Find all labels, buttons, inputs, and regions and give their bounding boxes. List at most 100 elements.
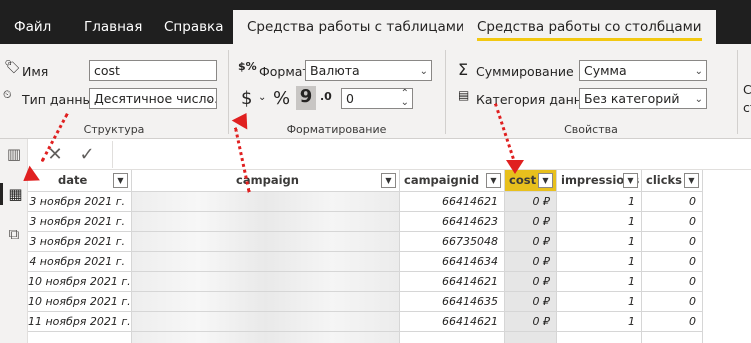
tab-file[interactable]: Файл bbox=[0, 13, 65, 44]
table-cell-cost: 0 ₽ bbox=[505, 232, 557, 252]
tab-help[interactable]: Справка bbox=[150, 13, 237, 44]
table-cell-campaignid: 66735048 bbox=[400, 232, 505, 252]
chevron-down-icon[interactable]: ⌄ bbox=[258, 92, 266, 103]
table-cell-clicks: 0 bbox=[642, 212, 703, 232]
table-cell-clicks: 0 bbox=[642, 272, 703, 292]
redacted-cell bbox=[132, 192, 400, 212]
data-table: date ▼ campaign ▼ campaignid ▼ cost ▼ impression… bbox=[28, 170, 751, 343]
tab-column-tools-label: Средства работы со столбцами bbox=[477, 19, 702, 35]
column-name-input[interactable]: cost bbox=[89, 60, 217, 81]
summarize-label: Суммирование bbox=[476, 64, 574, 79]
filter-dropdown-icon[interactable]: ▼ bbox=[381, 173, 396, 188]
tab-table-tools[interactable]: Средства работы с таблицами bbox=[233, 10, 479, 44]
table-cell-date: 4 ноября 2021 г. bbox=[28, 252, 132, 272]
sort-by-column-label: ст bbox=[743, 100, 751, 115]
redacted-cell bbox=[132, 312, 400, 332]
table-cell-clicks: 0 bbox=[642, 312, 703, 332]
ribbon-tab-bar: Файл Главная Справка Средства работы с т… bbox=[0, 0, 751, 44]
table-cell-impressions: 1 bbox=[557, 232, 642, 252]
sigma-icon: Σ bbox=[458, 60, 469, 79]
filter-dropdown-icon[interactable]: ▼ bbox=[538, 173, 553, 188]
redacted-cell bbox=[132, 212, 400, 232]
table-cell-impressions: 1 bbox=[557, 312, 642, 332]
column-header-label: clicks bbox=[646, 173, 683, 187]
chevron-down-icon: ⌄ bbox=[204, 94, 213, 105]
table-cell-clicks: 0 bbox=[642, 232, 703, 252]
filter-dropdown-icon[interactable]: ▼ bbox=[113, 173, 128, 188]
model-view-icon[interactable]: ⧉ bbox=[3, 223, 25, 245]
column-header-label: campaignid bbox=[404, 173, 480, 187]
redacted-cell bbox=[132, 272, 400, 292]
formula-bar: ✕ ✓ bbox=[28, 139, 751, 170]
data-category-icon: ▤ bbox=[458, 88, 470, 102]
column-name-value: cost bbox=[94, 63, 120, 78]
table-cell-date bbox=[28, 332, 132, 343]
column-header-impressions[interactable]: impressions ▼ bbox=[557, 170, 642, 192]
table-cell-clicks: 0 bbox=[642, 252, 703, 272]
ribbon-panel: 🏷 Имя cost ⏲ Тип данных Десятичное число… bbox=[0, 44, 751, 139]
percent-button[interactable]: % bbox=[273, 88, 290, 109]
column-header-campaign[interactable]: campaign ▼ bbox=[132, 170, 400, 192]
column-header-label: date bbox=[58, 173, 88, 187]
table-cell-campaignid: 66414623 bbox=[400, 212, 505, 232]
table-cell-cost: 0 ₽ bbox=[505, 212, 557, 232]
format-icon: $% bbox=[238, 60, 257, 73]
format-select[interactable]: Валюта ⌄ bbox=[305, 60, 432, 81]
data-type-value: Десятичное число... bbox=[94, 91, 217, 106]
table-cell-campaignid: 66414635 bbox=[400, 292, 505, 312]
redacted-cell bbox=[132, 292, 400, 312]
column-header-label: cost bbox=[509, 173, 537, 187]
redacted-cell bbox=[132, 252, 400, 272]
report-view-icon[interactable]: ▥ bbox=[3, 143, 25, 165]
formula-input[interactable] bbox=[112, 141, 750, 168]
currency-button[interactable]: $ bbox=[241, 88, 252, 109]
tab-table-tools-label: Средства работы с таблицами bbox=[247, 19, 465, 35]
table-cell-date: 3 ноября 2021 г. bbox=[28, 192, 132, 212]
table-cell-cost bbox=[505, 332, 557, 343]
table-cell-clicks: 0 bbox=[642, 292, 703, 312]
chevron-down-icon: ⌄ bbox=[694, 66, 703, 77]
confirm-icon[interactable]: ✓ bbox=[76, 144, 98, 166]
table-cell-cost: 0 ₽ bbox=[505, 252, 557, 272]
filter-dropdown-icon[interactable]: ▼ bbox=[486, 173, 501, 188]
data-view-icon[interactable]: ▦ bbox=[0, 183, 28, 205]
filter-dropdown-icon[interactable]: ▼ bbox=[684, 173, 699, 188]
table-cell-impressions: 1 bbox=[557, 292, 642, 312]
column-header-clicks[interactable]: clicks ▼ bbox=[642, 170, 703, 192]
data-type-icon: ⏲ bbox=[3, 88, 12, 101]
thousands-separator-button[interactable]: 9 bbox=[296, 86, 316, 110]
table-cell-clicks: 0 bbox=[642, 192, 703, 212]
table-cell-cost: 0 ₽ bbox=[505, 292, 557, 312]
tag-icon: 🏷 bbox=[4, 60, 21, 75]
table-cell-impressions: 1 bbox=[557, 212, 642, 232]
filter-dropdown-icon[interactable]: ▼ bbox=[623, 173, 638, 188]
table-cell-cost: 0 ₽ bbox=[505, 312, 557, 332]
group-label-structure: Структура bbox=[83, 123, 145, 136]
annotation-arrow-icon bbox=[506, 160, 524, 174]
table-cell-impressions: 1 bbox=[557, 272, 642, 292]
table-cell-impressions: 1 bbox=[557, 252, 642, 272]
decimal-places-value: 0 bbox=[346, 91, 354, 106]
spinner-arrows-icon[interactable]: ⌃ ⌄ bbox=[401, 89, 409, 108]
group-divider bbox=[228, 50, 229, 134]
tab-home[interactable]: Главная bbox=[70, 13, 156, 44]
table-cell-campaignid bbox=[400, 332, 505, 343]
group-label-formatting: Форматирование bbox=[286, 123, 387, 136]
table-cell-campaignid: 66414621 bbox=[400, 192, 505, 212]
data-type-select[interactable]: Десятичное число... ⌄ bbox=[89, 88, 217, 109]
table-cell-cost: 0 ₽ bbox=[505, 192, 557, 212]
column-header-date[interactable]: date ▼ bbox=[28, 170, 132, 192]
chevron-down-icon: ⌄ bbox=[419, 66, 428, 77]
active-tab-underline bbox=[477, 38, 702, 41]
data-category-select[interactable]: Без категорий ⌄ bbox=[579, 88, 707, 109]
table-cell-cost: 0 ₽ bbox=[505, 272, 557, 292]
data-category-value: Без категорий bbox=[584, 91, 680, 106]
sort-by-column-button[interactable]: Сорт bbox=[743, 82, 751, 97]
summarize-value: Сумма bbox=[584, 63, 627, 78]
name-label: Имя bbox=[22, 64, 49, 79]
summarize-select[interactable]: Сумма ⌄ bbox=[579, 60, 707, 81]
format-value: Валюта bbox=[310, 63, 360, 78]
tab-column-tools[interactable]: Средства работы со столбцами bbox=[463, 10, 716, 44]
decimal-places-input[interactable]: 0 ⌃ ⌄ bbox=[341, 88, 413, 109]
column-header-campaignid[interactable]: campaignid ▼ bbox=[400, 170, 505, 192]
